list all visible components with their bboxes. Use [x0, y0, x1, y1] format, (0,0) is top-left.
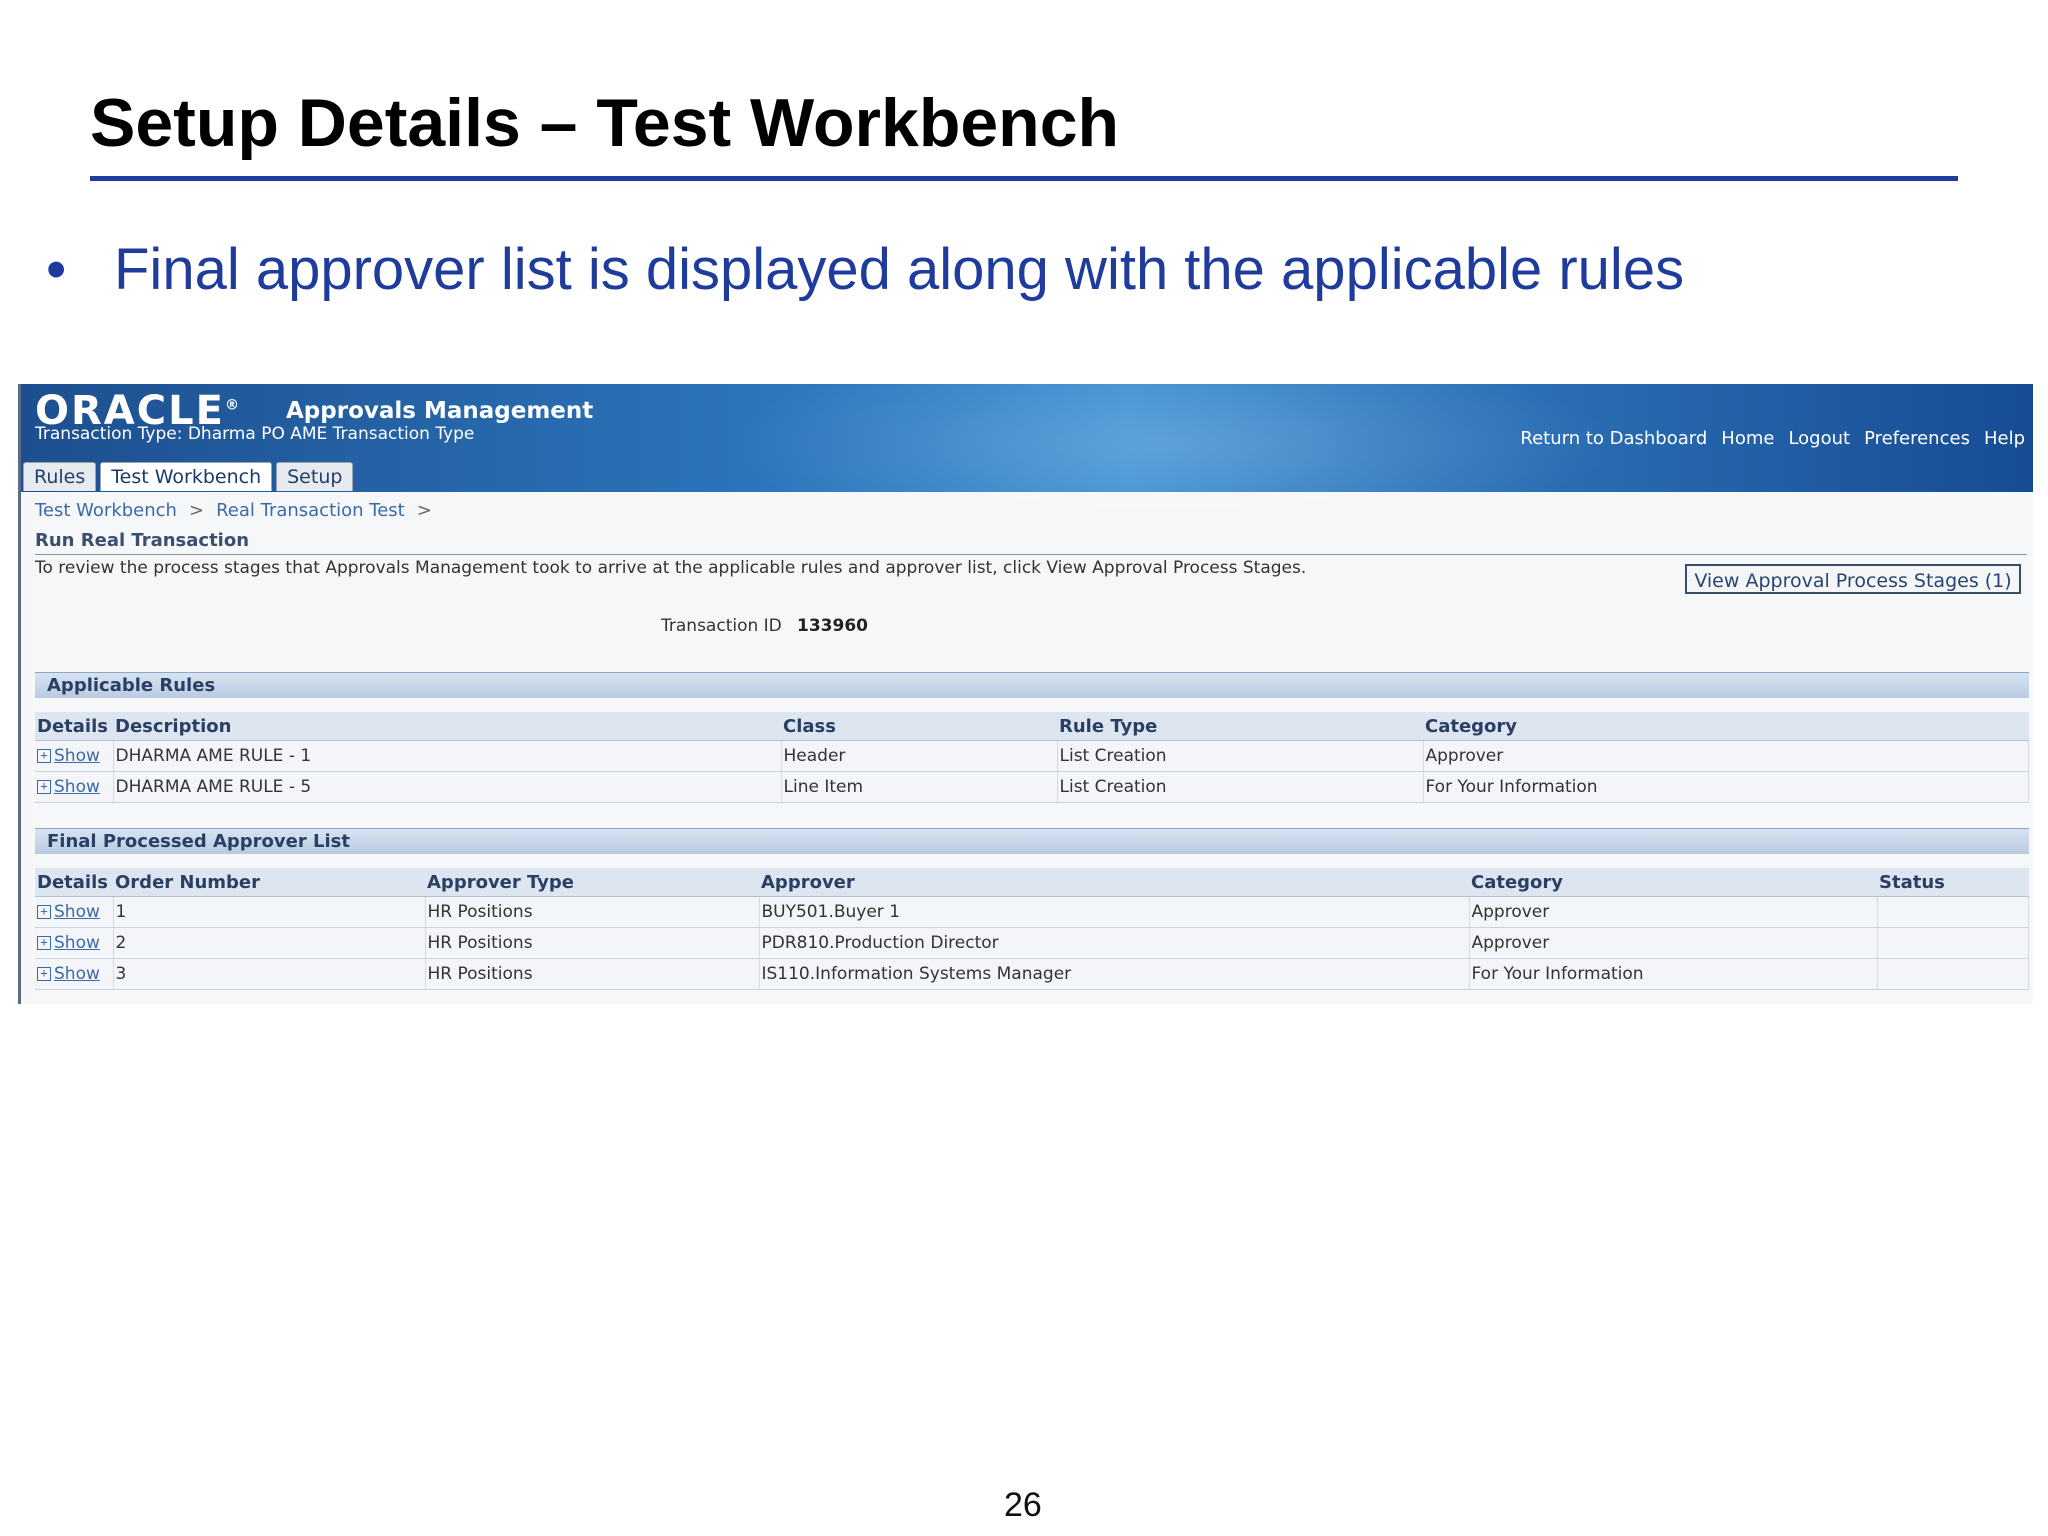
- instructions-text: To review the process stages that Approv…: [35, 558, 1307, 578]
- show-details-link[interactable]: Show: [54, 964, 100, 984]
- category-cell: Approver: [1469, 927, 1878, 959]
- status-cell: [1877, 896, 2029, 928]
- column-header: Approver Type: [425, 868, 759, 897]
- breadcrumb: Test Workbench > Real Transaction Test >: [35, 500, 432, 521]
- category-cell: Approver: [1469, 896, 1878, 928]
- approver-list-header: Final Processed Approver List: [35, 828, 2029, 854]
- plus-box-icon[interactable]: +: [37, 967, 51, 981]
- plus-box-icon[interactable]: +: [37, 936, 51, 950]
- breadcrumb-separator: >: [416, 500, 432, 521]
- category-cell: Approver: [1423, 740, 2029, 772]
- rule-type-cell: List Creation: [1057, 740, 1424, 772]
- column-header: Details: [35, 712, 113, 741]
- table-header-row: Details Description Class Rule Type Cate…: [35, 712, 2029, 741]
- column-header: Description: [113, 712, 781, 741]
- column-header: Class: [781, 712, 1057, 741]
- plus-box-icon[interactable]: +: [37, 749, 51, 763]
- table-header-row: Details Order Number Approver Type Appro…: [35, 868, 2029, 897]
- column-header: Order Number: [113, 868, 425, 897]
- category-cell: For Your Information: [1423, 771, 2029, 803]
- order-number-cell: 3: [113, 958, 426, 990]
- app-screenshot: ORACLE® Approvals Management Transaction…: [18, 344, 2033, 1004]
- transaction-id-value: 133960: [797, 616, 868, 636]
- show-details-link[interactable]: Show: [54, 933, 100, 953]
- class-cell: Line Item: [781, 771, 1058, 803]
- approver-list-table: Details Order Number Approver Type Appro…: [35, 868, 2029, 990]
- show-details-link[interactable]: Show: [54, 902, 100, 922]
- plus-box-icon[interactable]: +: [37, 905, 51, 919]
- class-cell: Header: [781, 740, 1058, 772]
- title-divider: [90, 176, 1958, 181]
- plus-box-icon[interactable]: +: [37, 780, 51, 794]
- app-name: Approvals Management: [286, 398, 594, 424]
- details-cell: + Show: [35, 958, 114, 990]
- transaction-id-label: Transaction ID: [661, 616, 782, 636]
- details-cell: + Show: [35, 740, 114, 772]
- show-details-link[interactable]: Show: [54, 746, 100, 766]
- table-row: + Show DHARMA AME RULE - 1 Header List Cr…: [35, 740, 2029, 772]
- show-details-link[interactable]: Show: [54, 777, 100, 797]
- breadcrumb-separator: >: [188, 500, 205, 521]
- tab-setup[interactable]: Setup: [276, 462, 354, 491]
- preferences-link[interactable]: Preferences: [1864, 428, 1970, 449]
- page-number: 26: [1004, 1486, 1042, 1524]
- approver-cell: BUY501.Buyer 1: [759, 896, 1470, 928]
- table-row: + Show 3 HR Positions IS110.Information S…: [35, 958, 2029, 990]
- column-header: Category: [1423, 712, 2029, 741]
- breadcrumb-test-workbench[interactable]: Test Workbench: [35, 500, 177, 521]
- description-cell: DHARMA AME RULE - 5: [113, 771, 782, 803]
- heading-divider: [35, 554, 2027, 555]
- column-header: Rule Type: [1057, 712, 1423, 741]
- bullet-text: Final approver list is displayed along w…: [114, 237, 1685, 302]
- column-header: Details: [35, 868, 113, 897]
- details-cell: + Show: [35, 896, 114, 928]
- table-row: + Show 2 HR Positions PDR810.Production D…: [35, 927, 2029, 959]
- order-number-cell: 1: [113, 896, 426, 928]
- details-cell: + Show: [35, 927, 114, 959]
- approver-type-cell: HR Positions: [425, 958, 760, 990]
- approver-type-cell: HR Positions: [425, 896, 760, 928]
- order-number-cell: 2: [113, 927, 426, 959]
- rule-type-cell: List Creation: [1057, 771, 1424, 803]
- app-banner: ORACLE® Approvals Management Transaction…: [21, 344, 2033, 544]
- home-link[interactable]: Home: [1721, 428, 1774, 449]
- transaction-type: Transaction Type: Dharma PO AME Transact…: [35, 424, 475, 444]
- applicable-rules-header: Applicable Rules: [35, 672, 2029, 698]
- table-row: + Show DHARMA AME RULE - 5 Line Item List…: [35, 771, 2029, 803]
- tab-test-workbench[interactable]: Test Workbench: [100, 462, 273, 491]
- approver-cell: PDR810.Production Director: [759, 927, 1470, 959]
- status-cell: [1877, 927, 2029, 959]
- description-cell: DHARMA AME RULE - 1: [113, 740, 782, 772]
- table-row: + Show 1 HR Positions BUY501.Buyer 1 Appr…: [35, 896, 2029, 928]
- column-header: Approver: [759, 868, 1469, 897]
- category-cell: For Your Information: [1469, 958, 1878, 990]
- slide-title: Setup Details – Test Workbench: [90, 85, 1120, 161]
- status-cell: [1877, 958, 2029, 990]
- column-header: Status: [1877, 868, 2029, 897]
- tab-rules[interactable]: Rules: [23, 462, 97, 491]
- bullet-icon: •: [46, 237, 67, 302]
- details-cell: + Show: [35, 771, 114, 803]
- return-to-dashboard-link[interactable]: Return to Dashboard: [1520, 428, 1707, 449]
- breadcrumb-real-transaction-test[interactable]: Real Transaction Test: [216, 500, 405, 521]
- global-links: Return to Dashboard Home Logout Preferen…: [1520, 428, 2025, 449]
- page-heading: Run Real Transaction: [35, 530, 250, 551]
- column-header: Category: [1469, 868, 1877, 897]
- tab-bar: Rules Test Workbench Setup: [23, 462, 354, 491]
- help-link[interactable]: Help: [1984, 428, 2025, 449]
- view-approval-process-stages-button[interactable]: View Approval Process Stages (1): [1685, 564, 2021, 594]
- logout-link[interactable]: Logout: [1788, 428, 1850, 449]
- approver-cell: IS110.Information Systems Manager: [759, 958, 1470, 990]
- applicable-rules-table: Details Description Class Rule Type Cate…: [35, 712, 2029, 803]
- approver-type-cell: HR Positions: [425, 927, 760, 959]
